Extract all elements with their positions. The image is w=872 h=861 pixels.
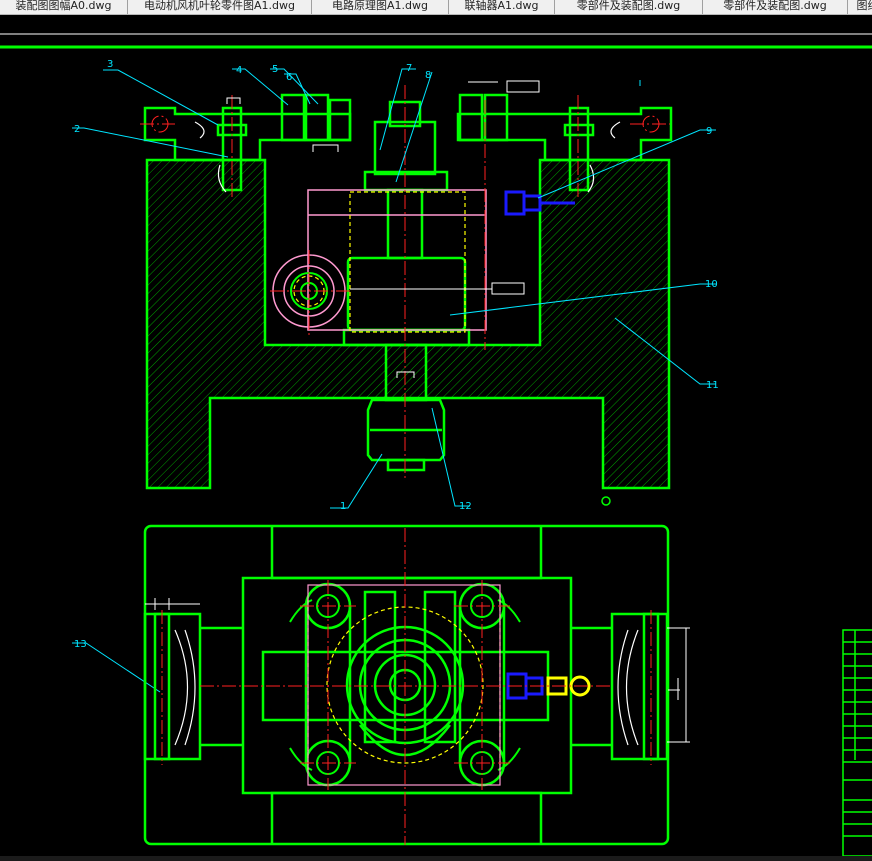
plan-white-curves [174,629,639,746]
callout-8: 8 [425,70,431,81]
file-tab[interactable]: 电路原理图A1.dwg [312,0,449,14]
left-clamp-plan [143,612,202,761]
fixture-body [145,158,671,490]
callout-6: 6 [286,72,292,83]
callout-5: 5 [272,64,278,75]
centerlines-plan [161,528,652,845]
left-nut [280,93,306,142]
callout-11: 11 [706,380,719,391]
file-tab[interactable]: 图纸 [848,0,872,14]
file-tab[interactable]: 零部件及装配图.dwg [555,0,703,14]
callout-9: 9 [706,126,712,137]
callout-13: 13 [74,639,87,650]
section-mark-circle [601,496,611,506]
hidden-lines-front [293,191,466,333]
file-tab[interactable]: 零部件及装配图.dwg [703,0,848,14]
file-tab[interactable]: 联轴器A1.dwg [449,0,555,14]
callout-12: 12 [459,501,472,512]
callout-10: 10 [705,279,718,290]
callout-2: 2 [74,124,80,135]
right-nut [458,93,484,142]
callout-1: 1 [340,501,346,512]
callout-7: 7 [406,63,412,74]
callout-3: 3 [107,59,113,70]
center-workpiece [346,256,467,332]
left-clamp-arm [143,106,352,162]
title-block [842,629,872,856]
dimension-markers-front [226,80,540,378]
callout-4: 4 [236,65,242,76]
file-tab-bar: 装配图图幅A0.dwg 电动机风机叶轮零件图A1.dwg 电路原理图A1.dwg… [0,0,872,15]
file-tab[interactable]: 装配图图幅A0.dwg [0,0,128,14]
cad-drawing-canvas[interactable]: 3 2 4 5 6 7 8 9 10 11 1 12 13 [0,15,872,856]
status-bar [0,856,872,861]
file-tab[interactable]: 电动机风机叶轮零件图A1.dwg [128,0,312,14]
